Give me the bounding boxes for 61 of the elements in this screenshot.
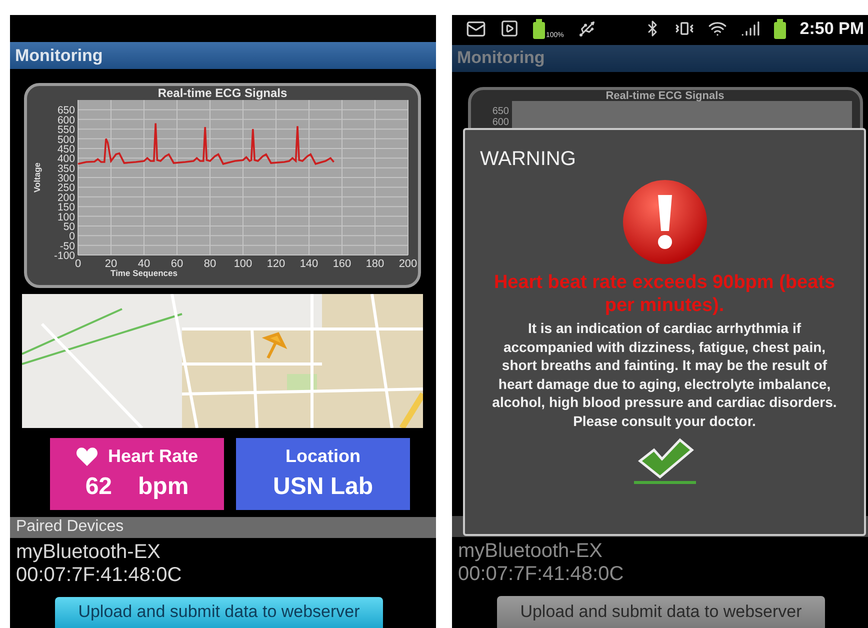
y-tick-label: 600: [492, 116, 509, 128]
battery-icon: [774, 18, 786, 39]
section-header-text: Paired Devices: [16, 518, 124, 536]
wifi-icon: [708, 19, 727, 38]
y-tick-label: 200: [57, 192, 75, 204]
usb-icon: [578, 20, 596, 38]
device-address: 00:07:7F:41:48:0C: [457, 563, 624, 586]
y-tick-label: 600: [57, 114, 75, 126]
chart-title: Real-time ECG Signals: [158, 86, 288, 100]
x-tick-label: 120: [266, 258, 286, 270]
y-tick-label: 500: [57, 134, 75, 146]
clock: 2:50 PM: [800, 18, 864, 39]
mail-icon: [466, 18, 486, 39]
y-tick-label: 150: [57, 202, 75, 214]
title-bar: Monitoring: [452, 44, 868, 72]
y-tick-label: 450: [57, 143, 75, 156]
x-tick-label: 100: [234, 258, 252, 270]
card-label: Location: [286, 446, 360, 468]
x-axis-title: Time Sequences: [110, 268, 178, 278]
battery-icon: [533, 18, 545, 39]
x-tick-label: 80: [204, 258, 216, 270]
heart-icon: [76, 447, 98, 466]
x-tick-label: 40: [138, 258, 150, 270]
check-icon[interactable]: [634, 436, 696, 485]
device-name: myBluetooth-EX: [457, 540, 603, 564]
y-tick-label: 50: [63, 220, 75, 233]
x-tick-label: 160: [332, 258, 352, 270]
y-tick-label: -100: [54, 250, 75, 262]
y-tick-label: 300: [57, 172, 75, 184]
y-axis-title: Voltage: [32, 162, 42, 193]
x-tick-label: 20: [104, 258, 118, 270]
y-tick-label: 400: [57, 153, 75, 166]
x-tick-label: 140: [300, 258, 318, 270]
card-value: USN Lab: [272, 473, 373, 502]
card-value: 62: [85, 473, 112, 502]
y-tick-label: 100: [57, 211, 75, 224]
y-tick-label: 350: [57, 162, 75, 175]
warning-message: It is an indication of cardiac arrhythmia if accompanied with dizziness, fatigue, chest pain, short breaths and fainting. It may be the result of heart damage due to aging, electrolyte imbalance, alcohol, high blood pressure and cardiac disorders. Please consult your doctor.: [491, 319, 838, 431]
y-tick-label: 650: [492, 106, 509, 117]
x-tick-label: 60: [170, 258, 184, 270]
play-store-icon: [500, 19, 519, 38]
y-tick-label: -50: [60, 240, 75, 252]
card-unit: bpm: [138, 473, 189, 502]
x-tick-label: 180: [366, 258, 384, 270]
alert-icon: [622, 179, 708, 265]
x-tick-label: 0: [74, 258, 82, 270]
dialog-title: WARNING: [480, 148, 576, 171]
upload-button[interactable]: Upload and submit data to webserver: [55, 596, 383, 628]
y-tick-label: 550: [57, 124, 75, 136]
upload-button[interactable]: Upload and submit data to webserver: [497, 596, 825, 628]
y-tick-label: 250: [57, 182, 75, 194]
device-address: 00:07:7F:41:48:0C: [15, 564, 182, 587]
device-name: myBluetooth-EX: [15, 540, 161, 564]
alert-text: Heart beat rate exceeds 90bpm (beats per minutes).: [492, 271, 836, 317]
x-tick-label: 200: [398, 258, 418, 270]
y-tick-label: 0: [69, 230, 75, 243]
card-label: Heart Rate: [108, 446, 198, 468]
chart-title: Real-time ECG Signals: [606, 90, 724, 102]
y-tick-label: 650: [57, 104, 75, 117]
title-bar: Monitoring: [10, 42, 436, 69]
signal-icon: [740, 19, 760, 38]
